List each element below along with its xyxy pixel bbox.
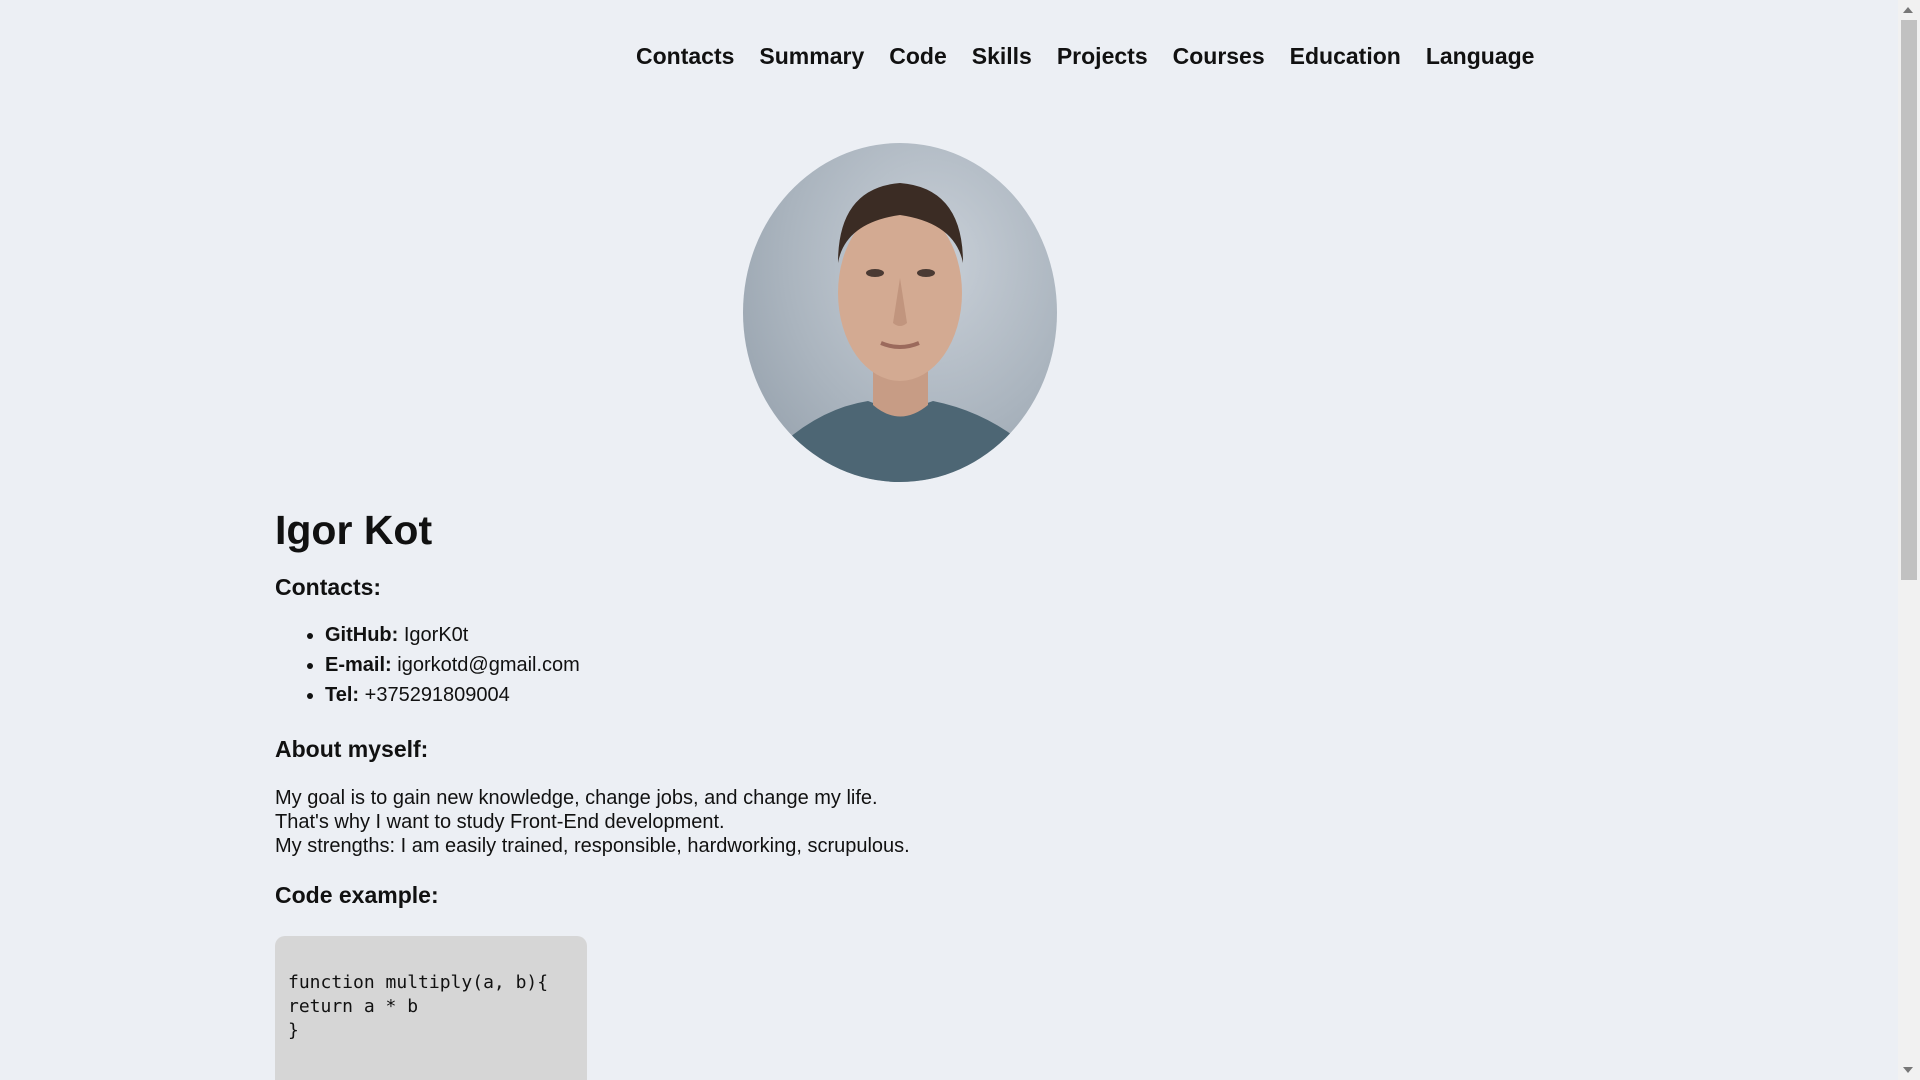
profile-photo <box>743 143 1057 482</box>
contacts-heading: Contacts: <box>275 574 382 600</box>
email-value: igorkotd@gmail.com <box>397 654 580 676</box>
about-line: My strengths: I am easily trained, respo… <box>275 835 910 857</box>
vertical-scrollbar[interactable] <box>1898 0 1920 1080</box>
tel-value: +375291809004 <box>364 684 510 706</box>
code-line: return a * b <box>288 996 419 1017</box>
scroll-thumb[interactable] <box>1901 20 1917 580</box>
nav-link-contacts[interactable]: Contacts <box>636 38 734 74</box>
page-title: Igor Kot <box>275 507 433 553</box>
nav-link-projects[interactable]: Projects <box>1057 38 1148 74</box>
about-text: My goal is to gain new knowledge, change… <box>275 786 1475 858</box>
about-line: That's why I want to study Front-End dev… <box>275 811 725 833</box>
code-line: } <box>288 1020 299 1041</box>
scroll-up-arrow-icon[interactable] <box>1903 7 1913 13</box>
page: Contacts Summary Code Skills Projects Co… <box>0 0 1920 1080</box>
code-block: function multiply(a, b){ return a * b} <box>275 936 587 1080</box>
contacts-list: GitHub: IgorK0t E-mail: igorkotd@gmail.c… <box>275 620 1475 710</box>
person-portrait-icon <box>763 183 1043 482</box>
about-heading: About myself: <box>275 736 429 762</box>
nav-link-skills[interactable]: Skills <box>972 38 1032 74</box>
code-line: function multiply(a, b){ <box>288 972 549 993</box>
tel-label: Tel: <box>325 684 360 706</box>
nav-link-summary[interactable]: Summary <box>759 38 864 74</box>
list-item: Tel: +375291809004 <box>325 680 1475 710</box>
list-item: E-mail: igorkotd@gmail.com <box>325 650 1475 680</box>
github-label: GitHub: <box>325 624 399 646</box>
code-heading: Code example: <box>275 882 439 908</box>
about-line: My goal is to gain new knowledge, change… <box>275 787 878 809</box>
nav-link-code[interactable]: Code <box>889 38 947 74</box>
top-nav: Contacts Summary Code Skills Projects Co… <box>636 38 1559 74</box>
github-value: IgorK0t <box>403 624 469 646</box>
nav-link-courses[interactable]: Courses <box>1173 38 1265 74</box>
list-item: GitHub: IgorK0t <box>325 620 1475 650</box>
email-label: E-mail: <box>325 654 392 676</box>
scroll-down-arrow-icon[interactable] <box>1903 1067 1913 1073</box>
main-content: Igor Kot Contacts: GitHub: IgorK0t E-mai… <box>275 500 1475 1080</box>
nav-link-education[interactable]: Education <box>1290 38 1401 74</box>
nav-link-language[interactable]: Language <box>1426 38 1535 74</box>
